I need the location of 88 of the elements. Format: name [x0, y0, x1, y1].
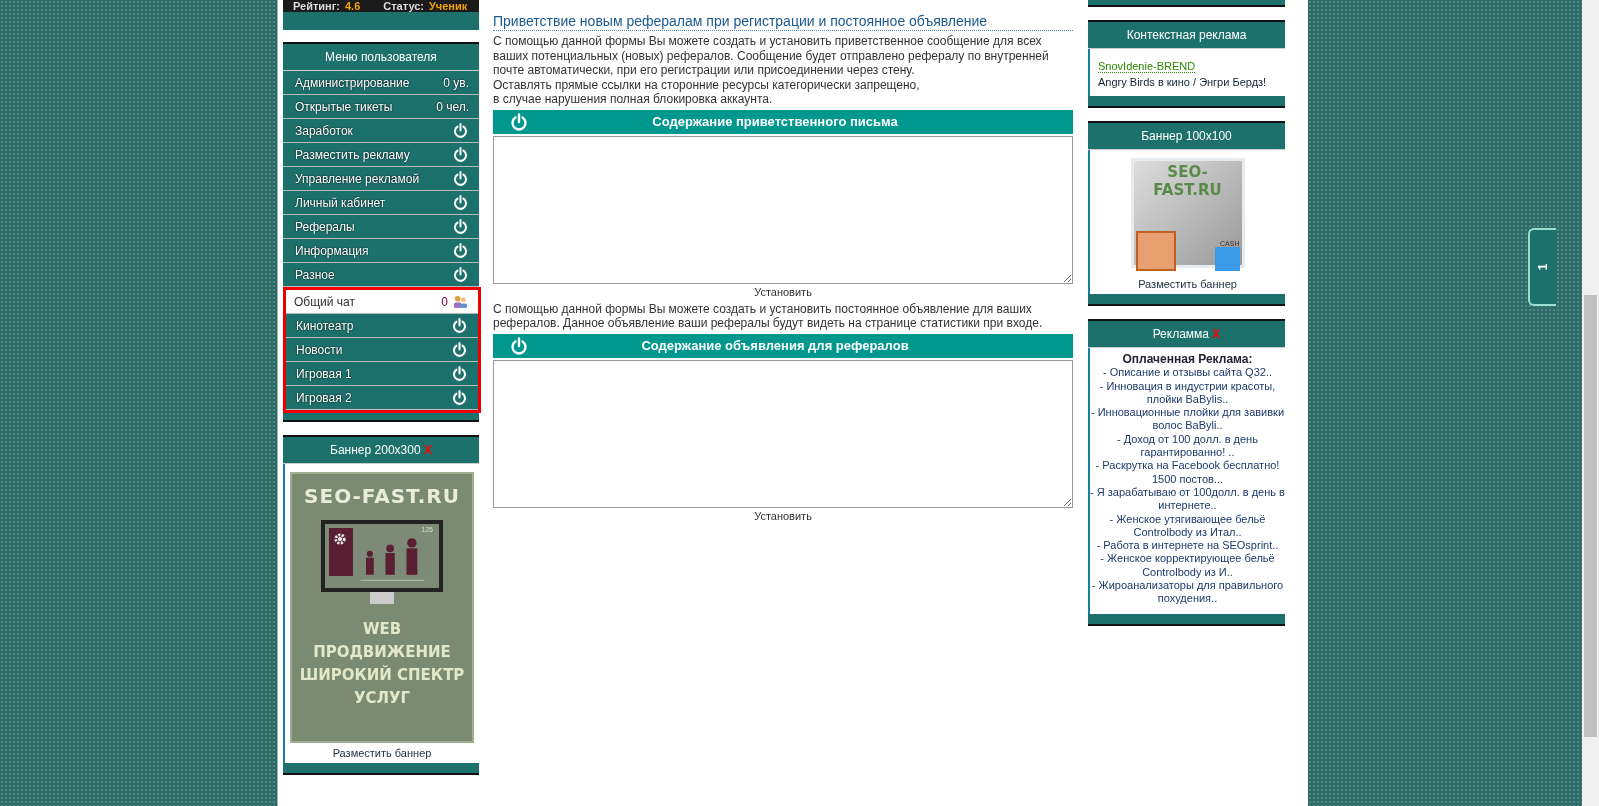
scrollbar-thumb[interactable]	[1584, 295, 1597, 737]
menu-item-label: Новости	[296, 342, 343, 357]
set-button[interactable]: Установить	[754, 285, 812, 298]
menu-item[interactable]: Новости	[286, 338, 478, 362]
menu-item-label: Управление рекламой	[295, 171, 420, 186]
menu-item-label: Игровая 2	[296, 390, 352, 405]
ad-link[interactable]: - Инновация в индустрии красоты, плойки BaBylis..	[1090, 379, 1285, 407]
panel-title: Рекламма	[1152, 327, 1209, 341]
menu-item-label: Личный кабинет	[295, 195, 386, 210]
menu-item[interactable]: Информация	[283, 239, 479, 263]
power-icon[interactable]	[451, 389, 468, 406]
menu-item[interactable]: Игровая 2	[286, 386, 478, 410]
rating-value: 4.6	[345, 0, 361, 12]
power-icon[interactable]	[452, 146, 469, 163]
power-icon[interactable]	[452, 266, 469, 283]
power-icon[interactable]	[452, 242, 469, 259]
power-icon[interactable]	[509, 335, 529, 356]
power-icon[interactable]	[452, 218, 469, 235]
menu-item[interactable]: Управление рекламой	[283, 167, 479, 191]
ad-link[interactable]: - Раскрутка на Facebook бесплатно! 1500 постов...	[1090, 459, 1285, 486]
box-icon	[1214, 247, 1240, 271]
menu-item[interactable]: Администрирование 0 ув.	[283, 71, 479, 95]
power-icon[interactable]	[452, 194, 469, 211]
banner-text: WEB	[362, 619, 402, 640]
menu-item[interactable]: Кинотеатр	[286, 314, 478, 338]
menu-item-count: 0 ув.	[443, 75, 469, 90]
power-icon[interactable]	[451, 317, 468, 334]
menu-item-label: Открытые тикеты	[295, 99, 393, 114]
menu-item-label: Кинотеатр	[296, 318, 354, 333]
power-icon[interactable]	[509, 111, 529, 132]
set-button[interactable]: Установить	[754, 509, 812, 522]
banner-logo-text: SEO-FAST.RU	[1152, 163, 1223, 199]
scrollbar[interactable]	[1582, 0, 1599, 806]
menu-item-label: Игровая 1	[296, 366, 352, 381]
menu-item-label: Разное	[295, 267, 335, 282]
status-value: Ученик	[429, 0, 468, 12]
place-banner-link[interactable]: Разместить баннер	[290, 747, 474, 759]
menu-item-label: Рефералы	[295, 219, 355, 234]
money-icon	[1135, 231, 1176, 271]
ad-link[interactable]: - Жироанализаторы для правильного похудения..	[1090, 579, 1285, 606]
power-icon[interactable]	[452, 122, 469, 139]
intro-text: С помощью данной формы Вы можете создать и установить приветственное сообщение для всех ваших потенциальных (новых) рефералов. Сообщение будет отправлено рефералу по внутренней почте автоматически, при его регистрации или присоединении через стену.	[493, 34, 1050, 78]
ads-heading: Оплаченная Реклама:	[1121, 353, 1254, 367]
ad-link[interactable]: SnovIdenie-BREND	[1098, 60, 1196, 73]
menu-item-label: Информация	[295, 243, 369, 258]
section-title: Содержание объявления для рефералов	[640, 338, 910, 353]
banner-text: ШИРОКИЙ СПЕКТР	[299, 664, 465, 686]
power-icon[interactable]	[451, 341, 468, 358]
ad-link[interactable]: - Инновационные плойки для завивки волос BaByli..	[1090, 406, 1285, 433]
rating-label: Рейтинг:	[293, 0, 340, 12]
menu-item-label: Заработок	[295, 123, 353, 138]
menu-item-label: Администрирование	[295, 75, 410, 90]
power-icon[interactable]	[452, 170, 469, 187]
banner-text: ПРОДВИЖЕНИЕ	[313, 642, 451, 663]
menu-item-count: 0 чел.	[436, 99, 469, 114]
menu-item[interactable]: Открытые тикеты 0 чел.	[283, 95, 479, 119]
ad-link[interactable]: - Я зарабатываю от 100долл. в день в интернете..	[1090, 485, 1285, 513]
status-label: Статус:	[383, 0, 424, 12]
menu-item[interactable]: Разное	[283, 263, 479, 287]
ad-link[interactable]: - Доход от 100 долл. в день гарантированно! ..	[1090, 432, 1285, 460]
intro-text: в случае нарушения полная блокировка аккаунта.	[493, 92, 774, 107]
menu-item[interactable]: Игровая 1	[286, 362, 478, 386]
side-tab[interactable]: 1	[1528, 228, 1556, 306]
banner-text: УСЛУГ	[353, 688, 411, 709]
menu-item[interactable]: Заработок	[283, 119, 479, 143]
ad-link[interactable]: - Описание и отзывы сайта Q32..	[1090, 366, 1285, 380]
menu-item[interactable]: Рефералы	[283, 215, 479, 239]
panel-title: Баннер 200x300	[330, 443, 421, 457]
menu-item[interactable]: Разместить рекламу	[283, 143, 479, 167]
people-icon	[453, 294, 468, 309]
ad-link[interactable]: - Женское утягивающее бельё Controlbody из Итал..	[1090, 512, 1285, 540]
ad-link[interactable]: - Женское корректирующее бельё Controlbody из И..	[1090, 552, 1285, 580]
panel-title: Меню пользователя	[283, 44, 479, 71]
power-icon[interactable]	[451, 365, 468, 382]
banner-logo-text: SEO-FAST.RU	[304, 484, 460, 508]
intro-text: Оставлять прямые ссылки на сторонние ресурсы категорически запрещено,	[493, 77, 921, 92]
menu-item-label: Разместить рекламу	[295, 147, 410, 162]
monitor-stand	[370, 592, 394, 604]
chat-count: 0	[441, 294, 448, 309]
page-title: Приветствие новым рефералам при регистрации и постоянное объявление	[493, 0, 1073, 31]
ad-link[interactable]: - Работа в интернете на SEOsprint..	[1090, 539, 1285, 553]
gear-icon	[333, 532, 347, 546]
section-title: Содержание приветственного письма	[651, 114, 899, 129]
menu-item-label: Общий чат	[294, 294, 355, 309]
menu-item[interactable]: Личный кабинет	[283, 191, 479, 215]
ad-text[interactable]: Angry Birds в кино / Энгри Бердз!	[1098, 76, 1277, 88]
intro-text: С помощью данной формы Вы можете создать и установить постоянное объявление для ваших рефералов. Данное объявление ваши рефералы будут видеть на странице статистики при входе.	[493, 301, 1044, 331]
place-banner-link[interactable]: Разместить баннер	[1095, 278, 1280, 290]
